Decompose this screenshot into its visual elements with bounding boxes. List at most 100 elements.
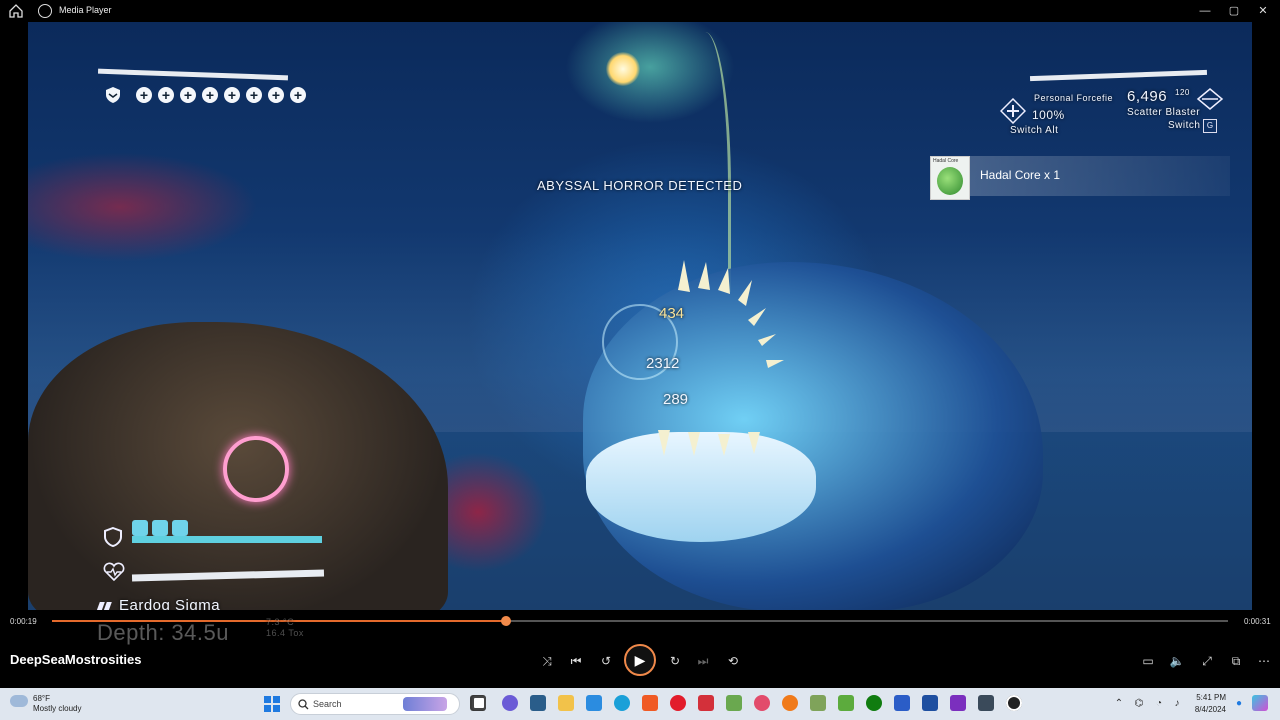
lure-stalk [688,32,731,292]
copilot-icon[interactable] [1252,695,1268,711]
loot-thumb-header: Hadal Core [933,158,959,164]
temperature-readout: 7.3 °C [266,617,295,627]
switch-label: Switch [1168,120,1201,131]
droplet-icon [172,520,188,536]
skip-forward-30-icon[interactable]: ↻ [666,652,684,670]
minimize-button[interactable]: — [1196,3,1214,19]
loot-label: Hadal Core x 1 [980,168,1061,182]
glowing-lure [606,52,640,86]
task-view-window-icon [472,696,486,710]
armor-icon [104,527,122,547]
seek-thumb[interactable] [500,616,511,626]
brave-icon[interactable] [642,695,658,711]
plus-icon: + [224,87,240,103]
fullscreen-icon[interactable]: ⤢ [1198,652,1216,670]
miniplayer-icon[interactable]: ⧉ [1227,652,1245,670]
ammo-count: 6,496 [1127,88,1168,105]
app-icon[interactable] [530,695,546,711]
previous-icon[interactable]: ⏮ [567,652,585,670]
heartbeat-icon [103,562,125,582]
taskbar-search[interactable]: Search [290,693,460,715]
diver-visor [223,436,289,502]
search-placeholder: Search [313,699,342,709]
video-frame[interactable] [28,22,1252,610]
plus-icon: + [180,87,196,103]
weather-cloud-icon[interactable] [10,695,28,707]
media-player-app-icon [38,4,52,18]
clock-date[interactable]: 8/4/2024 [1180,705,1226,714]
edge-icon[interactable] [614,695,630,711]
oxygen-bar [132,536,322,543]
more-options-icon[interactable]: ⋯ [1255,652,1273,670]
ammo-reserve: 120 [1175,88,1190,97]
plus-icon: + [246,87,262,103]
subtitles-icon[interactable]: ▭ [1139,652,1157,670]
damage-number: 2312 [646,355,680,372]
home-icon[interactable] [8,3,24,19]
health-charges: + + + + + + + + [136,87,306,103]
start-windows-icon[interactable] [264,696,280,712]
forcefield-icon [1000,98,1026,124]
app-icon[interactable] [978,695,994,711]
damage-number: 434 [659,305,685,322]
shield-app-icon[interactable] [894,695,910,711]
opera-icon[interactable] [670,695,686,711]
plus-icon: + [136,87,152,103]
toxicity-readout: 16.4 Tox [266,628,304,638]
plus-icon: + [202,87,218,103]
twitch-icon[interactable] [950,695,966,711]
app-icon[interactable] [726,695,742,711]
media-player-taskbar-icon[interactable] [1006,695,1022,711]
vivaldi-icon[interactable] [698,695,714,711]
minecraft-icon[interactable] [838,695,854,711]
maximize-button[interactable]: ▢ [1225,3,1243,19]
window-title: Media Player [59,5,112,15]
shuffle-icon[interactable]: ⤨ [538,652,556,670]
weapon-name: Scatter Blaster [1127,107,1201,118]
taskbar [0,688,1280,720]
file-explorer-icon[interactable] [558,695,574,711]
blaster-icon [1196,88,1224,110]
total-time: 0:00:31 [1244,617,1271,626]
app-icon[interactable] [810,695,826,711]
clock-time[interactable]: 5:41 PM [1196,693,1226,702]
droplet-icon [132,520,148,536]
headphones-icon[interactable] [754,695,770,711]
repeat-off-icon[interactable]: ⟲ [724,652,742,670]
hadal-core-icon [937,167,963,195]
chat-icon[interactable] [502,695,518,711]
switch-key-badge: G [1203,119,1217,133]
close-button[interactable]: ✕ [1254,3,1272,19]
chevron-up-icon[interactable]: ⌃ [1110,695,1128,713]
skip-back-10-icon[interactable]: ↺ [597,652,615,670]
search-highlight-image [403,697,447,711]
loot-notification: Hadal Core Hadal Core x 1 [930,156,1230,200]
weather-temperature[interactable]: 68°F [33,694,50,703]
search-icon [298,699,309,710]
next-icon[interactable]: ⏭ [694,652,712,670]
network-icon[interactable]: ⌬ [1130,695,1148,713]
weather-description[interactable]: Mostly cloudy [33,704,81,713]
store-icon[interactable] [586,695,602,711]
notification-bell-icon[interactable]: ● [1230,695,1248,713]
play-button[interactable]: ▶ [624,644,656,676]
alert-text: ABYSSAL HORROR DETECTED [537,178,743,193]
plus-icon: + [158,87,174,103]
firefox-icon[interactable] [782,695,798,711]
volume-icon[interactable]: 🔈 [1168,652,1186,670]
elapsed-time: 0:00:19 [10,617,37,626]
title-bar: Media Player — ▢ ✕ [0,0,1280,22]
xbox-icon[interactable] [866,695,882,711]
depth-readout: Depth: 34.5u [97,620,229,645]
shield-icon [106,87,120,103]
plus-icon: + [268,87,284,103]
red-coral [28,152,258,262]
video-title: DeepSeaMostrosities [10,652,142,667]
oxygen-pips [132,520,188,536]
switch-alt-label: Switch Alt [1010,125,1059,136]
forcefield-percent: 100% [1032,108,1065,122]
droplet-icon [152,520,168,536]
app-icon[interactable] [922,695,938,711]
wifi-icon[interactable]: ◔ [1150,695,1168,713]
damage-number: 289 [663,391,689,408]
